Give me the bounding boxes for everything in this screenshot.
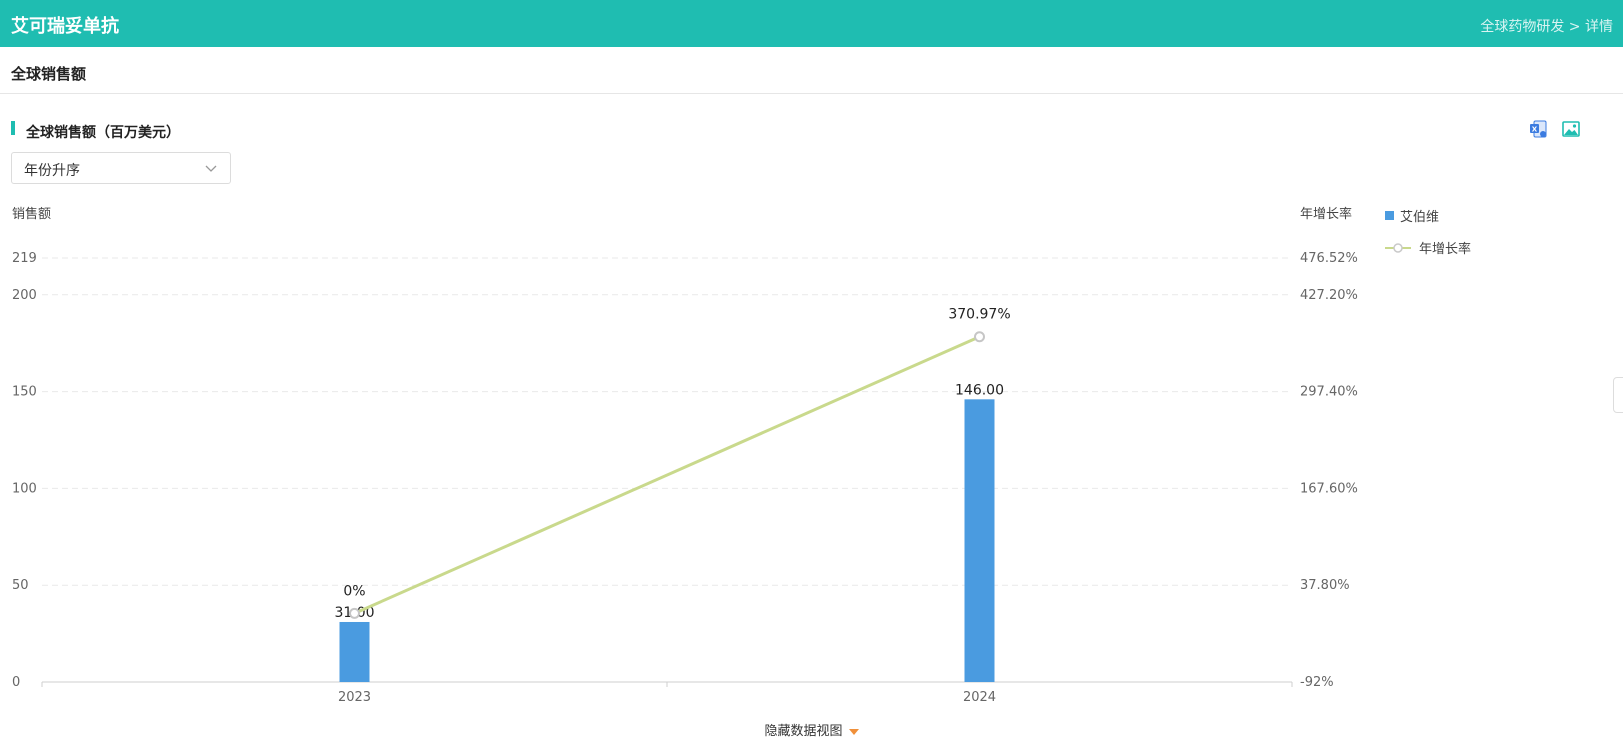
x-tick-label: 2024	[963, 690, 996, 705]
y2-tick-label: 297.40%	[1300, 385, 1358, 400]
growth-point	[349, 607, 360, 619]
x-tick-label: 2023	[338, 690, 371, 705]
y2-tick-label: 427.20%	[1300, 288, 1358, 303]
bar	[964, 399, 995, 682]
side-panel-toggle[interactable]	[1613, 377, 1623, 413]
growth-line	[353, 335, 981, 615]
bar	[339, 621, 370, 682]
growth-data-label: 0%	[343, 583, 365, 599]
y2-tick-label: -92%	[1300, 675, 1334, 690]
y-tick-label: 150	[12, 385, 37, 400]
bar-data-label: 146.00	[955, 382, 1004, 398]
caret-down-icon	[848, 728, 859, 735]
hide-data-view-toggle[interactable]: 隐藏数据视图	[0, 720, 1623, 739]
y-tick-label: 219	[12, 251, 37, 266]
growth-point	[974, 331, 985, 343]
y-tick-label: 200	[12, 288, 37, 303]
y2-tick-label: 476.52%	[1300, 251, 1358, 266]
sales-chart: 0 -92% 50 37.80% 100 167.60% 150 297.40% 200 427.…	[12, 251, 1358, 705]
y-tick-label: 100	[12, 481, 37, 496]
y-tick-label: 0	[12, 675, 20, 690]
y2-tick-label: 167.60%	[1300, 481, 1358, 496]
y-tick-label: 50	[12, 578, 29, 593]
growth-data-label: 370.97%	[948, 307, 1010, 323]
y2-tick-label: 37.80%	[1300, 578, 1350, 593]
hide-data-view-label: 隐藏数据视图	[764, 724, 843, 739]
